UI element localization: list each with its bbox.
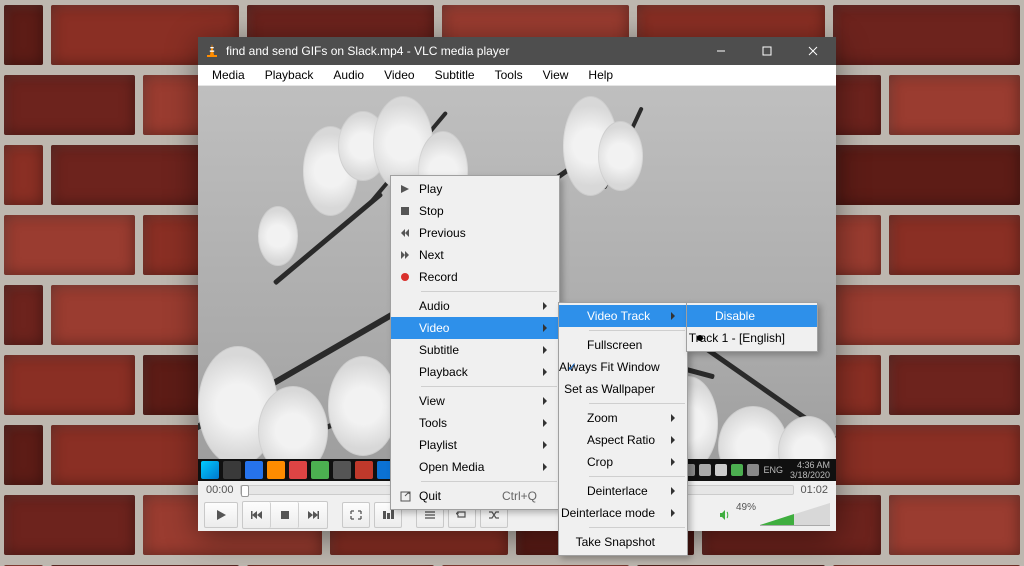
titlebar[interactable]: find and send GIFs on Slack.mp4 - VLC me… <box>198 37 836 65</box>
ctx-play[interactable]: Play <box>391 178 559 200</box>
context-menu-video-track: Disable Track 1 - [English] <box>686 302 818 352</box>
menu-tools[interactable]: Tools <box>485 66 533 84</box>
menubar: Media Playback Audio Video Subtitle Tool… <box>198 65 836 86</box>
maximize-button[interactable] <box>744 37 790 65</box>
ctx-fullscreen[interactable]: Fullscreen <box>559 334 687 356</box>
ctx-aspect-ratio[interactable]: Aspect Ratio <box>559 429 687 451</box>
task-icon <box>223 461 241 479</box>
ctx-quit[interactable]: QuitCtrl+Q <box>391 485 559 507</box>
menu-help[interactable]: Help <box>578 66 623 84</box>
start-icon <box>201 461 219 479</box>
context-menu-main: Play Stop Previous Next Record Audio Vid… <box>390 175 560 510</box>
menu-media[interactable]: Media <box>202 66 255 84</box>
tray-icon <box>747 464 759 476</box>
task-icon <box>333 461 351 479</box>
ctx-video-track[interactable]: Video Track <box>559 305 687 327</box>
stop-button[interactable] <box>271 502 299 528</box>
time-current: 00:00 <box>206 484 234 496</box>
tray-icon <box>699 464 711 476</box>
ctx-track-1[interactable]: Track 1 - [English] <box>687 327 817 349</box>
ctx-record[interactable]: Record <box>391 266 559 288</box>
ctx-next[interactable]: Next <box>391 244 559 266</box>
ctx-playlist[interactable]: Playlist <box>391 434 559 456</box>
tray-clock: 4:36 AM3/18/2020 <box>790 460 830 480</box>
skip-forward-button[interactable] <box>299 502 327 528</box>
ctx-open-media[interactable]: Open Media <box>391 456 559 478</box>
seek-knob[interactable] <box>241 485 249 497</box>
ctx-view[interactable]: View <box>391 390 559 412</box>
ctx-crop[interactable]: Crop <box>559 451 687 473</box>
play-button[interactable] <box>204 502 238 528</box>
ctx-wallpaper[interactable]: Set as Wallpaper <box>559 378 687 400</box>
task-icon <box>311 461 329 479</box>
ctx-deinterlace[interactable]: Deinterlace <box>559 480 687 502</box>
task-icon <box>289 461 307 479</box>
menu-playback[interactable]: Playback <box>255 66 324 84</box>
task-icon <box>355 461 373 479</box>
close-button[interactable] <box>790 37 836 65</box>
ctx-take-snapshot[interactable]: Take Snapshot <box>559 531 687 553</box>
time-total: 01:02 <box>800 484 828 496</box>
volume-control[interactable]: 49% <box>718 504 830 526</box>
ctx-previous[interactable]: Previous <box>391 222 559 244</box>
volume-label: 49% <box>736 502 756 513</box>
tray-lang: ENG <box>763 465 783 475</box>
speaker-icon <box>718 508 732 522</box>
context-menu-video: Video Track Fullscreen Always Fit Window… <box>558 302 688 556</box>
ctx-subtitle[interactable]: Subtitle <box>391 339 559 361</box>
menu-view[interactable]: View <box>533 66 579 84</box>
vlc-cone-icon <box>204 43 220 59</box>
minimize-button[interactable] <box>698 37 744 65</box>
volume-slider[interactable] <box>760 504 830 526</box>
menu-subtitle[interactable]: Subtitle <box>425 66 485 84</box>
skip-back-button[interactable] <box>243 502 271 528</box>
fullscreen-button[interactable] <box>342 502 370 528</box>
task-icon <box>267 461 285 479</box>
ctx-track-disable[interactable]: Disable <box>687 305 817 327</box>
menu-audio[interactable]: Audio <box>323 66 374 84</box>
ctx-audio[interactable]: Audio <box>391 295 559 317</box>
ctx-playback[interactable]: Playback <box>391 361 559 383</box>
ctx-stop[interactable]: Stop <box>391 200 559 222</box>
window-title: find and send GIFs on Slack.mp4 - VLC me… <box>226 44 698 58</box>
ctx-video[interactable]: Video <box>391 317 559 339</box>
ctx-zoom[interactable]: Zoom <box>559 407 687 429</box>
tray-icon <box>731 464 743 476</box>
ctx-deinterlace-mode[interactable]: Deinterlace mode <box>559 502 687 524</box>
task-icon <box>245 461 263 479</box>
ctx-always-fit[interactable]: Always Fit Window <box>559 356 687 378</box>
menu-video[interactable]: Video <box>374 66 424 84</box>
tray-icon <box>715 464 727 476</box>
ctx-tools[interactable]: Tools <box>391 412 559 434</box>
